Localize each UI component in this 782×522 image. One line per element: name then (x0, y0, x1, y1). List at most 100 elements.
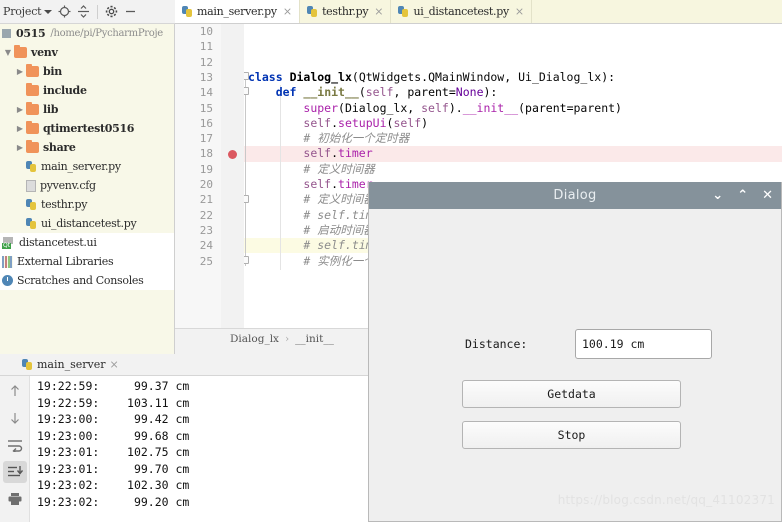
breakpoint-gutter[interactable] (221, 24, 244, 328)
settings-button[interactable] (102, 0, 121, 24)
close-icon[interactable]: × (374, 5, 383, 18)
chevron-down-icon[interactable]: ▼ (2, 48, 14, 57)
tree-row-qtimertest0516[interactable]: ▶ qtimertest0516 (0, 119, 174, 138)
console-line: 19:23:01: 99.70 cm (31, 461, 368, 478)
tree-item-label: bin (43, 65, 62, 78)
down-arrow-glyph (10, 413, 19, 424)
tree-row-main-server-py[interactable]: main_server.py (0, 157, 174, 176)
console-line: 19:23:02: 102.30 cm (31, 477, 368, 494)
stop-button[interactable]: Stop (462, 421, 681, 449)
tree-row-include[interactable]: include (0, 81, 174, 100)
stop-button-label: Stop (557, 428, 586, 442)
minimize-button[interactable]: ⌄ (712, 189, 723, 202)
module-icon (2, 29, 11, 38)
console-line: 19:23:00: 99.68 cm (31, 428, 368, 445)
editor-tabbar: main_server.py × testhr.py × ui_distance… (175, 0, 782, 24)
console-time: 19:22:59: (37, 379, 100, 393)
tree-row-venv[interactable]: ▼ venv (0, 43, 174, 62)
python-file-icon (182, 5, 193, 18)
code-line: # 定义时间器 (248, 161, 375, 176)
getdata-button[interactable]: Getdata (462, 380, 681, 408)
line-number-gutter: 10 11 12 13 14 15 16 17 18 19 20 21 22 2… (175, 24, 221, 328)
locate-target-icon (58, 5, 71, 18)
project-dropdown[interactable]: Project (0, 0, 55, 24)
python-file-icon (26, 198, 37, 211)
tree-row-ui-distancetest-py[interactable]: ui_distancetest.py (0, 214, 174, 233)
config-file-icon (26, 179, 36, 192)
print-icon[interactable] (3, 488, 27, 510)
line-number: 10 (199, 25, 213, 38)
folder-icon (26, 121, 39, 134)
distance-label: Distance: (465, 337, 528, 351)
tree-row-testhr-py[interactable]: testhr.py (0, 195, 174, 214)
scroll-to-end-glyph (7, 466, 23, 477)
project-root-path: /home/pi/PycharmProje (50, 28, 163, 39)
line-number: 23 (199, 223, 213, 237)
qt-dialog-window[interactable]: Dialog ⌄ ⌃ ✕ Distance: 100.19 cm Getdata… (368, 182, 782, 522)
printer-glyph (8, 493, 21, 505)
line-number: 20 (199, 178, 213, 191)
close-icon[interactable]: × (110, 358, 119, 371)
tree-row-distancetest-ui[interactable]: distancetest.ui (0, 233, 174, 252)
close-button[interactable]: ✕ (762, 189, 773, 202)
maximize-button[interactable]: ⌃ (737, 189, 748, 202)
console-value: 102.75 cm (127, 445, 190, 459)
soft-wrap-icon[interactable] (3, 434, 27, 456)
editor-tab-ui-distancetest[interactable]: ui_distancetest.py × (391, 0, 533, 23)
folder-icon (26, 140, 39, 153)
tree-row-external-libraries[interactable]: External Libraries (0, 252, 174, 271)
tree-item-label: pyvenv.cfg (40, 179, 96, 192)
settings-gear-icon (106, 5, 118, 18)
code-line: # 启动时间器 (248, 222, 375, 237)
close-icon[interactable]: × (515, 5, 524, 18)
distance-row: Distance: 100.19 cm (465, 329, 712, 359)
app-root: Project main_server.py × testhr.py × ui_… (0, 0, 782, 522)
folder-icon (26, 102, 39, 115)
getdata-button-label: Getdata (547, 387, 596, 401)
breadcrumb-class[interactable]: Dialog_lx (230, 333, 279, 345)
project-root-label: 0515 (16, 27, 46, 40)
editor-tab-label: main_server.py (197, 5, 277, 18)
tree-row-share[interactable]: ▶ share (0, 138, 174, 157)
locate-target-button[interactable] (55, 0, 74, 24)
tree-row-project-root[interactable]: 0515 /home/pi/PycharmProje (0, 24, 174, 43)
console-line: 19:22:59: 103.11 cm (31, 395, 368, 412)
tree-row-pyvenv-cfg[interactable]: pyvenv.cfg (0, 176, 174, 195)
tree-item-label: qtimertest0516 (43, 122, 135, 135)
editor-tab-main-server[interactable]: main_server.py × (175, 0, 301, 23)
close-icon[interactable]: × (283, 5, 292, 18)
console-value: 99.70 cm (133, 461, 190, 476)
console-time: 19:22:59: (37, 395, 100, 410)
scroll-up-icon[interactable] (3, 380, 27, 402)
chevron-right-icon[interactable]: ▶ (14, 124, 26, 133)
console-time: 19:23:01: (37, 445, 100, 459)
qt-designer-file-icon (2, 236, 15, 249)
console-output[interactable]: 19:22:59: 99.37 cm 19:22:59: 103.11 cm 1… (31, 376, 368, 522)
collapse-all-button[interactable] (74, 0, 93, 24)
chevron-right-icon[interactable]: ▶ (14, 67, 26, 76)
console-time: 19:23:00: (37, 412, 100, 426)
scroll-down-icon[interactable] (3, 407, 27, 429)
line-number: 17 (199, 132, 213, 146)
line-number: 21 (199, 193, 213, 207)
line-number: 25 (199, 254, 213, 268)
hide-panel-button[interactable] (121, 0, 140, 24)
distance-input[interactable]: 100.19 cm (575, 329, 712, 359)
project-tree[interactable]: 0515 /home/pi/PycharmProje ▼ venv ▶ bin … (0, 24, 175, 354)
tree-row-bin[interactable]: ▶ bin (0, 62, 174, 81)
code-line: super(Dialog_lx, self).__init__(parent=p… (303, 100, 622, 115)
breadcrumb-method[interactable]: __init__ (295, 333, 334, 345)
chevron-right-icon[interactable]: ▶ (14, 105, 26, 114)
editor-tab-testhr[interactable]: testhr.py × (300, 0, 392, 23)
ide-toolbar: Project (0, 0, 175, 24)
breakpoint-icon[interactable] (228, 149, 237, 159)
tree-item-label: include (43, 84, 87, 97)
scroll-to-end-icon[interactable] (2, 461, 27, 483)
dialog-titlebar[interactable]: Dialog ⌄ ⌃ ✕ (369, 182, 781, 209)
tree-item-label: ui_distancetest.py (41, 217, 137, 230)
tree-row-scratches-consoles[interactable]: Scratches and Consoles (0, 271, 174, 290)
chevron-right-icon[interactable]: ▶ (14, 143, 26, 152)
tree-row-lib[interactable]: ▶ lib (0, 100, 174, 119)
console-tab-main-server[interactable]: main_server × (0, 354, 126, 376)
distance-input-value: 100.19 cm (582, 337, 645, 351)
